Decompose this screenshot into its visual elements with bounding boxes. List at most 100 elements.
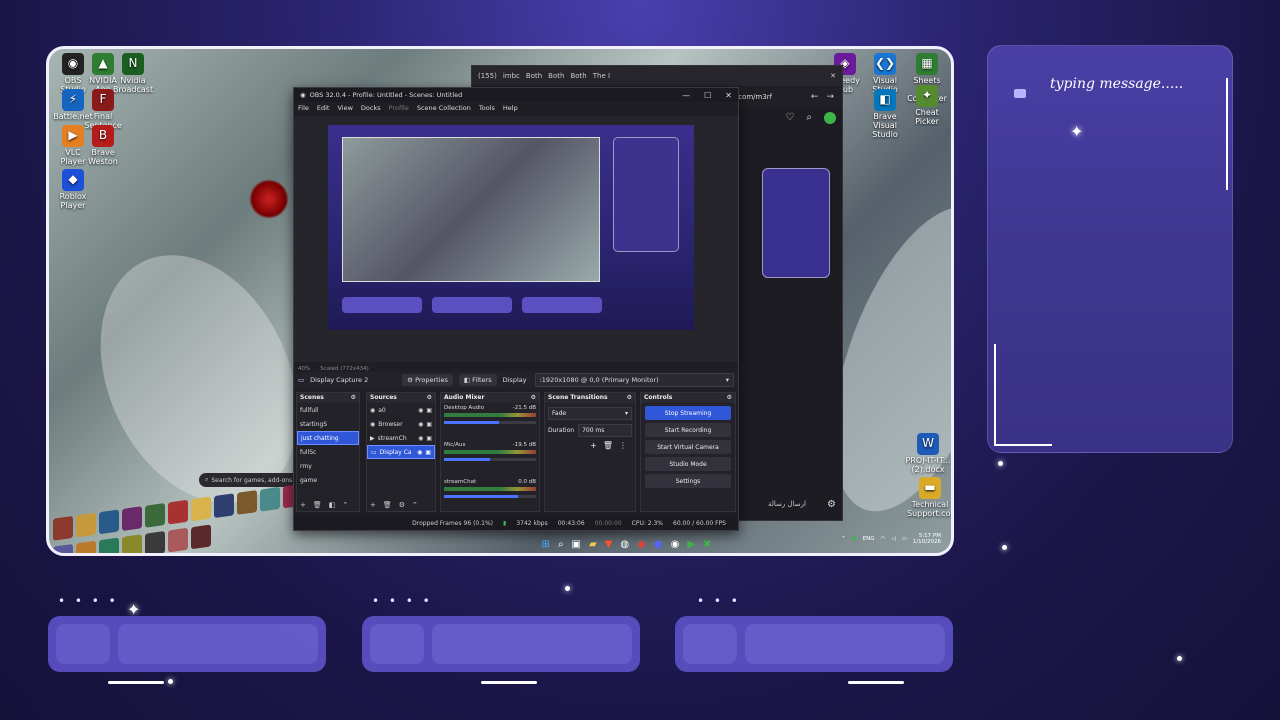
scene-item[interactable]: startingS (297, 417, 359, 431)
menu-item-view[interactable]: View (337, 104, 352, 112)
browser-tab[interactable]: (155) (478, 72, 497, 80)
lock-icon[interactable]: ▣ (426, 407, 432, 414)
steam-icon[interactable]: ◍ (620, 539, 629, 550)
back-icon[interactable]: ← (811, 92, 819, 102)
display-select[interactable]: :1920x1080 @ 0,0 (Primary Monitor) ▾ (534, 373, 734, 387)
browser-url[interactable]: .com/m3rf (736, 93, 772, 101)
add-icon[interactable]: + (370, 501, 376, 509)
add-icon[interactable]: + (590, 441, 597, 450)
game-tile[interactable] (191, 524, 211, 549)
game-tile[interactable] (122, 506, 142, 532)
properties-button[interactable]: ⚙ Properties (402, 374, 453, 386)
discord-icon[interactable]: ● (654, 539, 663, 550)
eye-icon[interactable]: ◉ (418, 435, 423, 442)
game-tile[interactable] (76, 512, 96, 538)
scene-item[interactable]: game (297, 473, 359, 487)
add-icon[interactable]: + (300, 501, 306, 509)
chevron-up-icon[interactable]: ⌃ (841, 536, 846, 542)
desktop-icon[interactable]: ◧ Brave Visual Studio (865, 89, 905, 139)
source-item[interactable]: ▭ Display Ca ◉ ▣ (367, 445, 435, 459)
chat-input[interactable]: ارسال رسالة (768, 500, 806, 508)
mic-icon[interactable]: ● (852, 536, 857, 542)
clock[interactable]: 5:17 PM 1/10/2026 (913, 533, 941, 545)
file-explorer-icon[interactable]: ▰ (589, 539, 597, 550)
obs-icon[interactable]: ◉ (671, 539, 680, 550)
trash-icon[interactable]: 🗑 (313, 501, 322, 509)
game-tile[interactable] (191, 496, 211, 522)
scene-item[interactable]: rmy (297, 459, 359, 473)
dock-menu-icon[interactable]: ⚙ (727, 394, 732, 402)
stop-streaming-button[interactable]: Stop Streaming (645, 406, 731, 420)
desktop-file[interactable]: ▬ Technical Support.co... (907, 477, 951, 519)
scene-item[interactable]: fullfull (297, 403, 359, 417)
eye-icon[interactable]: ◉ (417, 449, 422, 456)
duration-input[interactable]: 700 ms (578, 424, 632, 437)
dock-menu-icon[interactable]: ⚙ (427, 394, 432, 402)
browser-tab[interactable]: The I (593, 72, 610, 80)
brave-icon[interactable]: ▼ (605, 539, 613, 550)
desktop-icon[interactable]: B Brave Weston (83, 125, 123, 167)
game-tile[interactable] (76, 540, 96, 553)
game-tile[interactable] (168, 527, 188, 553)
dock-menu-icon[interactable]: ⚙ (627, 394, 632, 402)
start-recording-button[interactable]: Start Recording (645, 423, 731, 437)
volume-slider[interactable] (444, 458, 536, 461)
windows-start-icon[interactable]: ⊞ (542, 539, 550, 550)
filters-button[interactable]: ◧ Filters (458, 374, 497, 386)
dock-menu-icon[interactable]: ⚙ (351, 394, 356, 402)
language-indicator[interactable]: ENG (863, 536, 875, 542)
filter-icon[interactable]: ◧ (329, 501, 336, 509)
browser-tab[interactable]: imbc (503, 72, 520, 80)
chrome-icon[interactable]: ◉ (637, 539, 646, 550)
menu-item-tools[interactable]: Tools (479, 104, 495, 112)
game-tile[interactable] (145, 530, 165, 553)
minimize-icon[interactable]: — (682, 91, 690, 100)
menu-item-scene-collection[interactable]: Scene Collection (417, 104, 471, 112)
eye-icon[interactable]: ◉ (418, 421, 423, 428)
forward-icon[interactable]: → (826, 92, 834, 102)
browser-tab[interactable]: Both (548, 72, 564, 80)
avatar[interactable] (824, 112, 836, 124)
studio-mode-button[interactable]: Studio Mode (645, 457, 731, 471)
scene-item[interactable]: fullSc (297, 445, 359, 459)
game-tile[interactable] (145, 502, 165, 528)
menu-item-docks[interactable]: Docks (361, 104, 381, 112)
source-item[interactable]: ▶ streamCh ◉ ▣ (367, 431, 435, 445)
browser-tab[interactable]: Both (570, 72, 586, 80)
xbox-icon[interactable]: ✖ (703, 539, 711, 550)
start-virtual-camera-button[interactable]: Start Virtual Camera (645, 440, 731, 454)
game-tile[interactable] (99, 536, 119, 553)
dock-menu-icon[interactable]: ⚙ (531, 394, 536, 402)
search-icon[interactable]: ⌕ (806, 112, 812, 124)
trash-icon[interactable]: 🗑 (383, 501, 392, 509)
lock-icon[interactable]: ▣ (426, 435, 432, 442)
game-tile[interactable] (260, 486, 280, 512)
game-tile[interactable] (214, 493, 234, 519)
scene-item[interactable]: just chatting (297, 431, 359, 445)
search-icon[interactable]: ⌕ (558, 539, 564, 550)
trash-icon[interactable]: 🗑 (603, 441, 613, 450)
lock-icon[interactable]: ▣ (426, 421, 432, 428)
up-icon[interactable]: ⌃ (412, 501, 418, 509)
source-item[interactable]: ◉ Browser ◉ ▣ (367, 417, 435, 431)
desktop-icon[interactable]: ◆ Roblox Player (53, 169, 93, 211)
game-tile[interactable] (53, 515, 73, 541)
obs-preview[interactable]: 40% Scaled (772x434) (294, 116, 738, 372)
menu-item-file[interactable]: File (298, 104, 309, 112)
close-icon[interactable]: ✕ (830, 72, 836, 80)
eye-icon[interactable]: ◉ (418, 407, 423, 414)
browser-tab[interactable]: Both (526, 72, 542, 80)
maximize-icon[interactable]: ☐ (704, 91, 711, 100)
desktop-file[interactable]: W PROJ-IT-IT... (2).docx (905, 433, 951, 475)
game-tile[interactable] (122, 533, 142, 553)
transition-select[interactable]: Fade ▾ (548, 407, 632, 420)
more-icon[interactable]: ⋮ (619, 441, 627, 450)
media-icon[interactable]: ▶ (687, 539, 695, 550)
menu-item-edit[interactable]: Edit (317, 104, 330, 112)
game-tile[interactable] (99, 509, 119, 535)
menu-item-help[interactable]: Help (503, 104, 518, 112)
volume-slider[interactable] (444, 495, 536, 498)
volume-slider[interactable] (444, 421, 536, 424)
close-icon[interactable]: ✕ (725, 91, 732, 100)
game-tile[interactable] (53, 543, 73, 553)
